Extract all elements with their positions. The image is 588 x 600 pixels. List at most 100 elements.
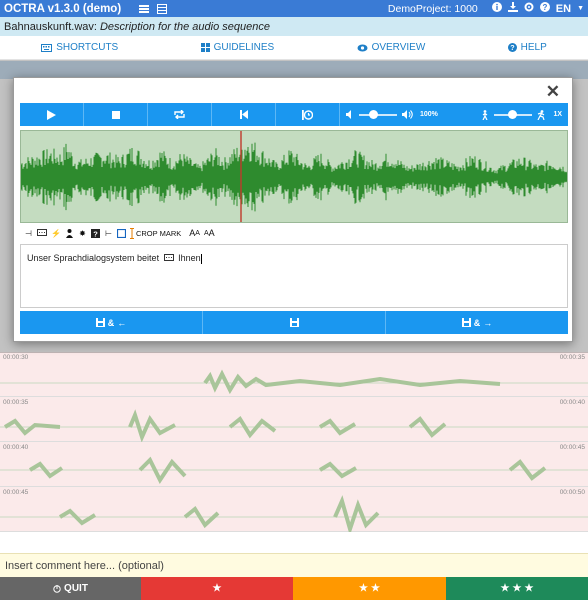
repeat-icon (174, 110, 185, 119)
quit-label: QUIT (64, 583, 88, 594)
segment-editor-modal: ✕ 100% 1X ⊣ ⚡ ✸ ? ⊢ CROP MARK A A A A Un… (13, 77, 573, 342)
arrow-right-icon: → (483, 317, 493, 328)
breath-marker-icon[interactable]: ⊢ (104, 227, 113, 239)
row-waveform (0, 495, 588, 532)
segment-waveform[interactable] (20, 130, 568, 223)
speed-slider[interactable] (494, 109, 533, 120)
close-icon[interactable]: ✕ (546, 82, 560, 102)
help-button[interactable]: ? HELP (507, 42, 547, 53)
top-bar: OCTRA v1.3.0 (demo) DemoProject: 1000 ? … (0, 0, 588, 17)
crop-mark-label: CROP MARK (135, 228, 182, 238)
rate-two-stars-button[interactable]: ★ ★ (293, 577, 446, 600)
transcript-text-before: Unser Sprachdialogsystem beitet (27, 253, 160, 263)
power-icon (53, 584, 61, 593)
volume-control[interactable]: 100% (340, 109, 444, 120)
star-icon: ★ (212, 583, 222, 594)
comment-field[interactable]: Insert comment here... (optional) (0, 553, 588, 577)
help-icon[interactable]: ? (539, 2, 550, 15)
gear-icon[interactable] (524, 2, 534, 15)
play-icon (47, 109, 56, 120)
comment-marker-icon[interactable] (37, 227, 47, 239)
quit-button[interactable]: QUIT (0, 577, 141, 600)
volume-percent: 100% (420, 111, 438, 118)
guidelines-button[interactable]: GUIDELINES (200, 42, 275, 53)
step-backward-button[interactable] (212, 103, 276, 126)
loop-button[interactable] (148, 103, 212, 126)
volume-high-icon (402, 110, 413, 119)
overview-label: OVERVIEW (371, 42, 426, 53)
crop-icon (129, 227, 134, 239)
svg-text:?: ? (542, 3, 547, 12)
play-button[interactable] (20, 103, 84, 126)
list-icon[interactable] (139, 4, 150, 14)
history-icon (302, 109, 313, 120)
save-icon (461, 318, 471, 327)
save-icon (95, 318, 105, 327)
project-label: DemoProject: 1000 (387, 2, 478, 15)
stop-icon (111, 110, 120, 119)
waveform-row: 00:00:35 00:00:40 (0, 397, 588, 442)
download-icon[interactable] (507, 2, 518, 15)
rate-three-stars-button[interactable]: ★ ★ ★ (446, 577, 588, 600)
history-button[interactable] (276, 103, 340, 126)
chevron-down-icon[interactable]: ▼ (577, 5, 584, 12)
svg-text:?: ? (510, 43, 514, 52)
table-icon[interactable] (157, 3, 168, 14)
save-toolbar: & ← & → (20, 311, 568, 334)
speed-control[interactable]: 1X (475, 109, 568, 120)
waveform-graphic (21, 131, 567, 222)
guidelines-label: GUIDELINES (213, 42, 275, 53)
rating-bar: QUIT ★ ★ ★ ★ ★ ★ (0, 577, 588, 600)
shortcuts-button[interactable]: SHORTCUTS (41, 42, 118, 53)
star-icon: ★ (359, 583, 368, 594)
lightning-marker-icon[interactable]: ⚡ (51, 227, 61, 239)
waveform-row: 00:00:45 00:00:50 (0, 487, 588, 532)
rate-one-star-button[interactable]: ★ (141, 577, 293, 600)
transcript-text-after: Ihnen (178, 253, 201, 263)
question-marker-icon[interactable]: ? (90, 227, 100, 239)
app-title: OCTRA v1.3.0 (demo) (4, 2, 122, 15)
star-icon: ★ (524, 583, 534, 594)
noise-marker-icon[interactable]: ✸ (78, 227, 87, 239)
info-icon[interactable] (491, 2, 502, 15)
speed-label: 1X (553, 111, 562, 118)
file-info-bar: Bahnauskunft.wav: Description for the au… (0, 17, 588, 36)
save-button[interactable] (203, 311, 386, 334)
crop-mark-button[interactable]: CROP MARK (129, 227, 182, 239)
nav-bar: SHORTCUTS GUIDELINES OVERVIEW ? HELP (0, 36, 588, 60)
arrow-left-icon: ← (117, 317, 127, 328)
speed-slider-knob[interactable] (508, 109, 518, 119)
volume-slider[interactable] (359, 109, 397, 120)
stop-button[interactable] (84, 103, 148, 126)
overview-button[interactable]: OVERVIEW (357, 42, 426, 53)
person-marker-icon[interactable] (65, 227, 74, 239)
help-label: HELP (520, 42, 547, 53)
save-and-next-button[interactable]: & → (386, 311, 568, 334)
font-size-decrease-button[interactable]: AA (204, 227, 215, 239)
question-circle-icon: ? (507, 43, 517, 52)
file-description: Description for the audio sequence (99, 20, 270, 33)
rectangle-marker-icon[interactable] (116, 227, 126, 239)
marker-toolbar: ⊣ ⚡ ✸ ? ⊢ CROP MARK AA AA (20, 224, 568, 242)
step-backward-icon (239, 110, 248, 119)
comment-marker-icon[interactable] (163, 253, 174, 264)
shortcuts-label: SHORTCUTS (56, 42, 119, 53)
star-icon: ★ (500, 583, 510, 594)
background-waveform-rows: 00:00:30 00:00:35 00:00:35 00:00:40 00:0… (0, 352, 588, 532)
keyboard-icon (41, 43, 53, 52)
text-cursor (200, 253, 202, 264)
font-size-increase-button[interactable]: AA (189, 227, 200, 239)
transcript-editor[interactable]: Unser Sprachdialogsystem beitet Ihnen (20, 244, 568, 308)
volume-slider-knob[interactable] (369, 109, 378, 119)
row-waveform (0, 456, 588, 484)
pause-marker-icon[interactable]: ⊣ (24, 227, 33, 239)
waveform-row: 00:00:40 00:00:45 (0, 442, 588, 487)
waveform-path (21, 142, 567, 212)
language-select[interactable]: EN (556, 3, 571, 15)
save-and-previous-button[interactable]: & ← (20, 311, 203, 334)
walking-icon (482, 109, 488, 120)
star-icon: ★ (512, 583, 522, 594)
grid-icon (200, 43, 210, 52)
row-waveform (0, 409, 588, 442)
waveform-row: 00:00:30 00:00:35 (0, 352, 588, 397)
